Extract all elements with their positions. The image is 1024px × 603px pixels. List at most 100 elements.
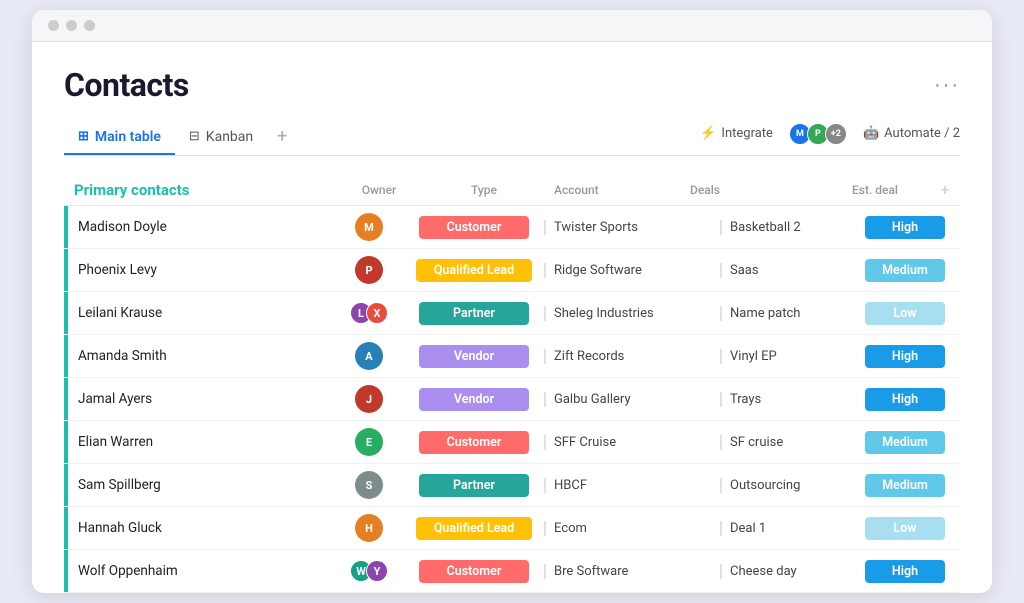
contact-name: Wolf Oppenhaim — [68, 563, 178, 579]
row-name-cell: Sam Spillberg — [64, 464, 334, 506]
automate-button[interactable]: 🤖 Automate / 2 — [863, 126, 960, 141]
row-est-cell: High — [850, 216, 960, 239]
table-section: Primary contacts Owner Type Account Deal… — [64, 174, 960, 593]
automate-label: Automate / 2 — [884, 126, 960, 141]
integrate-button[interactable]: ⚡ Integrate — [700, 126, 773, 141]
row-est-cell: Medium — [850, 259, 960, 282]
dot-red — [48, 20, 59, 31]
avatar: H — [355, 514, 383, 542]
row-avatar-cell: J — [334, 385, 404, 413]
row-deals-cell: Cheese day — [720, 564, 850, 579]
table-row[interactable]: Phoenix Levy P Qualified Lead Ridge Soft… — [64, 249, 960, 292]
table-row[interactable]: Elian Warren E Customer SFF Cruise SF cr… — [64, 421, 960, 464]
row-deals-cell: Name patch — [720, 306, 850, 321]
tab-kanban[interactable]: ⊟ Kanban — [175, 121, 267, 155]
avatar: Y — [366, 560, 388, 582]
contact-name: Elian Warren — [68, 434, 153, 450]
dot-yellow — [66, 20, 77, 31]
est-badge: High — [865, 560, 945, 583]
tab-main-table[interactable]: ⊞ Main table — [64, 121, 175, 155]
row-avatar-cell: H — [334, 514, 404, 542]
type-badge: Partner — [419, 302, 529, 325]
row-account-cell: Sheleg Industries — [544, 306, 720, 321]
row-deals-cell: Trays — [720, 392, 850, 407]
row-est-cell: High — [850, 345, 960, 368]
est-badge: Medium — [865, 474, 945, 497]
row-name-cell: Hannah Gluck — [64, 507, 334, 549]
table-row[interactable]: Hannah Gluck H Qualified Lead Ecom Deal … — [64, 507, 960, 550]
row-est-cell: Low — [850, 517, 960, 540]
row-account-cell: Ecom — [544, 521, 720, 536]
row-account-cell: SFF Cruise — [544, 435, 720, 450]
dot-green — [84, 20, 95, 31]
add-tab-button[interactable]: + — [267, 118, 297, 155]
row-name-cell: Leilani Krause — [64, 292, 334, 334]
row-type-cell: Qualified Lead — [404, 517, 544, 540]
est-badge: Low — [865, 517, 945, 540]
avatar: A — [355, 342, 383, 370]
row-type-cell: Partner — [404, 474, 544, 497]
est-badge: High — [865, 216, 945, 239]
section-title: Primary contacts — [74, 181, 344, 199]
row-type-cell: Customer — [404, 431, 544, 454]
row-deals-cell: Basketball 2 — [720, 220, 850, 235]
est-badge: Medium — [865, 259, 945, 282]
contact-name: Leilani Krause — [68, 305, 162, 321]
avatar-extra: +2 — [825, 123, 847, 145]
est-badge: High — [865, 345, 945, 368]
row-est-cell: Medium — [850, 474, 960, 497]
more-button[interactable]: ··· — [934, 74, 960, 97]
user-avatars: M P +2 — [789, 123, 847, 145]
table-row[interactable]: Jamal Ayers J Vendor Galbu Gallery Trays… — [64, 378, 960, 421]
type-badge: Vendor — [419, 345, 529, 368]
avatar: S — [355, 471, 383, 499]
row-name-cell: Wolf Oppenhaim — [64, 550, 334, 592]
integrate-label: Integrate — [721, 126, 773, 141]
row-est-cell: Low — [850, 302, 960, 325]
type-badge: Customer — [419, 216, 529, 239]
col-account: Account — [554, 183, 690, 197]
row-deals-cell: Outsourcing — [720, 478, 850, 493]
row-type-cell: Customer — [404, 560, 544, 583]
table-body: Madison Doyle M Customer Twister Sports … — [64, 206, 960, 593]
contact-name: Jamal Ayers — [68, 391, 152, 407]
row-type-cell: Partner — [404, 302, 544, 325]
table-row[interactable]: Madison Doyle M Customer Twister Sports … — [64, 206, 960, 249]
tab-main-table-label: Main table — [95, 129, 161, 145]
row-est-cell: High — [850, 560, 960, 583]
row-account-cell: Ridge Software — [544, 263, 720, 278]
est-badge: High — [865, 388, 945, 411]
table-row[interactable]: Amanda Smith A Vendor Zift Records Vinyl… — [64, 335, 960, 378]
type-badge: Customer — [419, 431, 529, 454]
type-badge: Vendor — [419, 388, 529, 411]
row-type-cell: Qualified Lead — [404, 259, 544, 282]
row-name-cell: Madison Doyle — [64, 206, 334, 248]
toolbar-right: ⚡ Integrate M P +2 🤖 Automate / 2 — [700, 123, 960, 151]
avatar-group: W Y — [350, 560, 388, 582]
type-badge: Customer — [419, 560, 529, 583]
row-deals-cell: Vinyl EP — [720, 349, 850, 364]
tab-kanban-label: Kanban — [206, 129, 253, 145]
col-owner: Owner — [344, 183, 414, 197]
contact-name: Phoenix Levy — [68, 262, 157, 278]
avatar-group: L X — [350, 302, 388, 324]
row-account-cell: Twister Sports — [544, 220, 720, 235]
row-account-cell: HBCF — [544, 478, 720, 493]
row-type-cell: Vendor — [404, 388, 544, 411]
col-type: Type — [414, 183, 554, 197]
row-avatar-cell: S — [334, 471, 404, 499]
contact-name: Sam Spillberg — [68, 477, 161, 493]
row-name-cell: Jamal Ayers — [64, 378, 334, 420]
table-row[interactable]: Sam Spillberg S Partner HBCF Outsourcing… — [64, 464, 960, 507]
col-deals: Deals — [690, 183, 820, 197]
row-name-cell: Phoenix Levy — [64, 249, 334, 291]
titlebar — [32, 10, 992, 42]
table-row[interactable]: Wolf Oppenhaim W Y Customer Bre Software… — [64, 550, 960, 593]
est-badge: Low — [865, 302, 945, 325]
row-name-cell: Amanda Smith — [64, 335, 334, 377]
add-column-button[interactable]: + — [930, 180, 960, 199]
row-type-cell: Vendor — [404, 345, 544, 368]
table-row[interactable]: Leilani Krause L X Partner Sheleg Indust… — [64, 292, 960, 335]
row-account-cell: Galbu Gallery — [544, 392, 720, 407]
content-area: Contacts ··· ⊞ Main table ⊟ Kanban + ⚡ I… — [32, 42, 992, 593]
